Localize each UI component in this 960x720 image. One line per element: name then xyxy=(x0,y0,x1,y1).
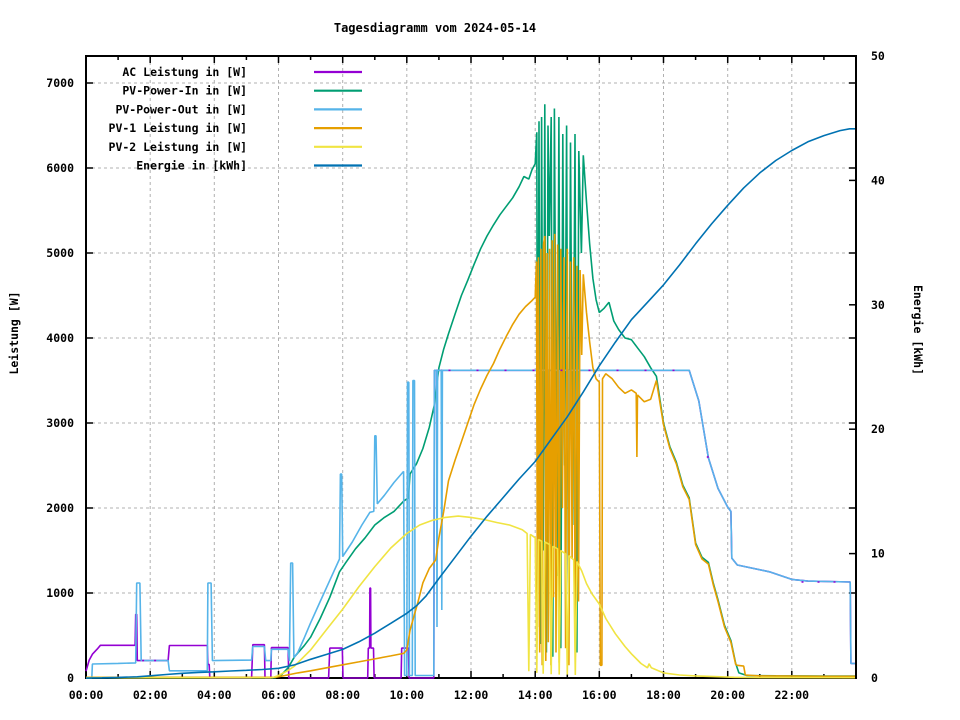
tagesdiagramm-chart: Tagesdiagramm vom 2024-05-14 Leistung [W… xyxy=(0,0,960,720)
y-left-tick-label: 5000 xyxy=(46,246,74,260)
y-left-tick-label: 2000 xyxy=(46,501,74,515)
legend-label: Energie in [kWh] xyxy=(136,159,247,173)
x-tick-label: 04:00 xyxy=(197,688,232,702)
legend-label: PV-2 Leistung in [W] xyxy=(109,140,247,154)
x-tick-label: 00:00 xyxy=(69,688,104,702)
y-left-tick-label: 7000 xyxy=(46,76,74,90)
y-left-tick-label: 3000 xyxy=(46,416,74,430)
x-tick-label: 22:00 xyxy=(774,688,809,702)
y-right-tick-label: 30 xyxy=(871,298,885,312)
legend-label: AC Leistung in [W] xyxy=(122,65,247,79)
x-tick-label: 06:00 xyxy=(261,688,296,702)
legend-label: PV-Power-Out in [W] xyxy=(115,102,247,116)
y-right-tick-label: 20 xyxy=(871,422,885,436)
plot-canvas: 0 1000 2000 3000 4000 5000 6000 7000 0 10 20 30 40 50… xyxy=(0,0,960,720)
x-tick-label: 14:00 xyxy=(518,688,553,702)
legend-label: PV-Power-In in [W] xyxy=(122,84,247,98)
x-tick-label: 08:00 xyxy=(325,688,360,702)
x-tick-label: 12:00 xyxy=(454,688,489,702)
y-left-tick-label: 0 xyxy=(67,671,74,685)
series-energie-in-kwh- xyxy=(86,129,855,678)
x-tick-label: 02:00 xyxy=(133,688,168,702)
x-tick-label: 10:00 xyxy=(389,688,424,702)
y-left-tick-label: 1000 xyxy=(46,586,74,600)
y-right-tick-label: 10 xyxy=(871,547,885,561)
y-left-tick-label: 6000 xyxy=(46,161,74,175)
x-tick-label: 18:00 xyxy=(646,688,681,702)
legend-label: PV-1 Leistung in [W] xyxy=(109,121,247,135)
y-right-tick-label: 40 xyxy=(871,173,885,187)
y-right-tick-label: 50 xyxy=(871,49,885,63)
y-left-tick-label: 4000 xyxy=(46,331,74,345)
x-tick-label: 20:00 xyxy=(710,688,745,702)
x-tick-label: 16:00 xyxy=(582,688,617,702)
y-right-tick-label: 0 xyxy=(871,671,878,685)
